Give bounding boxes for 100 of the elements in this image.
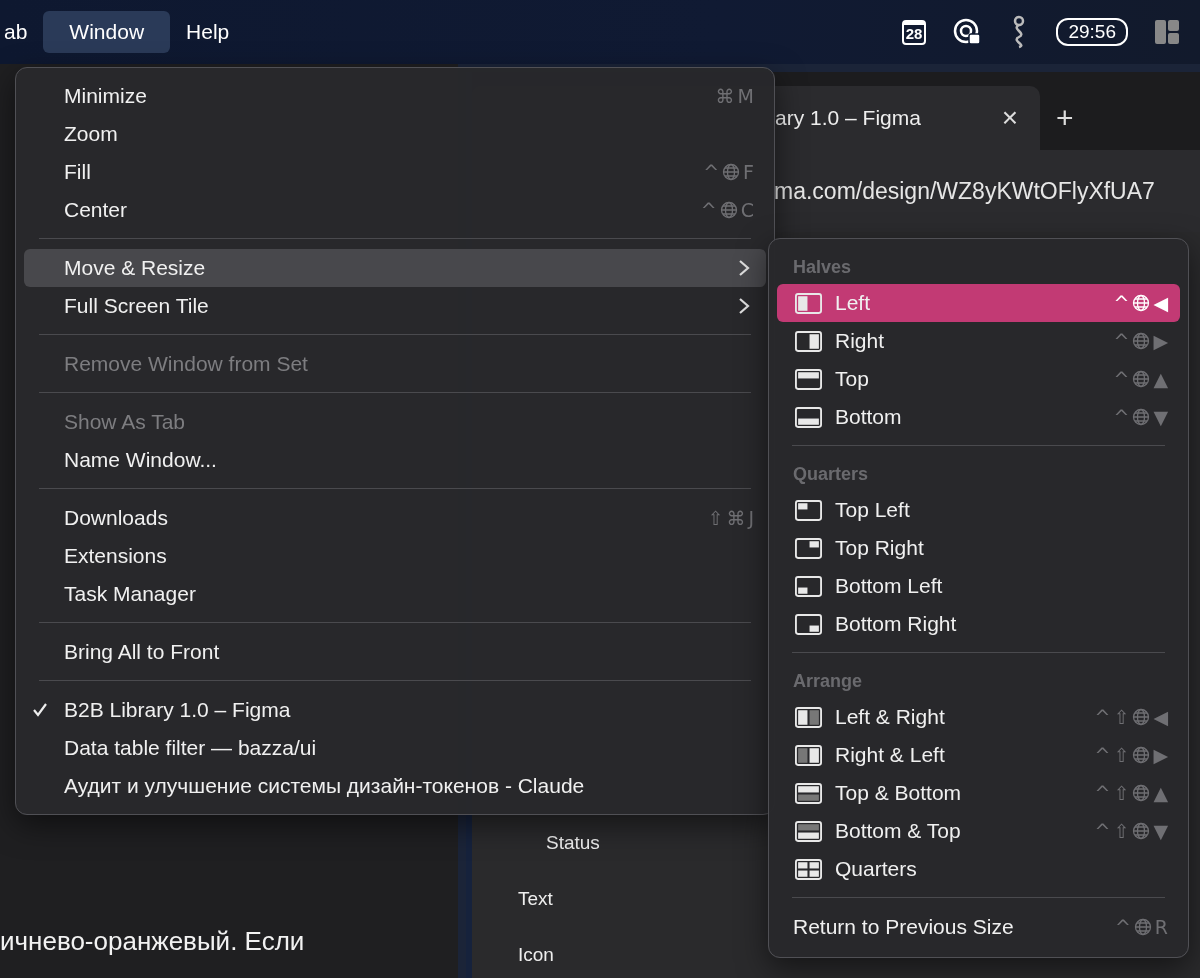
shortcut-key: ⇧ — [1113, 821, 1130, 841]
menu-item[interactable]: Top Left — [777, 491, 1180, 529]
menu-item[interactable]: Name Window... — [24, 441, 766, 479]
chat-text: ичнево-оранжевый. Если — [0, 926, 305, 957]
menu-item[interactable]: Downloads ⇧⌘J — [24, 499, 766, 537]
shortcut-key: ^ — [1113, 293, 1130, 313]
menu-item[interactable]: Аудит и улучшение системы дизайн-токенов - Claude — [24, 767, 766, 805]
menu-item[interactable]: Data table filter — bazza/ui — [24, 729, 766, 767]
shortcut-key: ⌘ — [726, 508, 746, 528]
layer-item[interactable]: Icon — [518, 944, 554, 966]
shortcut-key: ▲ — [1153, 783, 1168, 803]
window-layout-icon — [795, 406, 822, 428]
menu-item[interactable]: Right ^ ▶ — [777, 322, 1180, 360]
section-header: Quarters — [792, 463, 870, 486]
menu-item[interactable]: Top & Bottom ^⇧ ▲ — [777, 774, 1180, 812]
menu-item[interactable]: Bottom Left — [777, 567, 1180, 605]
menu-item-label: Quarters — [835, 857, 918, 881]
globe-icon — [1133, 918, 1152, 936]
shortcut-key: ⇧ — [707, 508, 724, 528]
shortcut-key: F — [743, 162, 754, 182]
globe-icon — [1132, 784, 1151, 802]
globe-icon — [1132, 332, 1151, 350]
menu-item[interactable]: Task Manager — [24, 575, 766, 613]
menu-item-label: Top Left — [835, 498, 911, 522]
menu-item-label: Return to Previous Size — [793, 915, 1015, 939]
shortcut-key: ^ — [1094, 821, 1111, 841]
menu-bar-item[interactable]: Help — [174, 12, 242, 52]
menu-item-label: Full Screen Tile — [64, 294, 210, 318]
calendar-icon[interactable]: 28 — [901, 19, 927, 45]
menu-item[interactable]: Bottom ^ ▼ — [777, 398, 1180, 436]
menu-item-label: Right & Left — [835, 743, 946, 767]
window-layout-icon — [795, 330, 822, 352]
lock-badge-icon[interactable] — [952, 17, 983, 47]
shortcut-key: R — [1154, 917, 1168, 937]
chevron-icon — [738, 297, 750, 315]
layout-icon[interactable] — [1154, 19, 1180, 45]
menu-item-label: Name Window... — [64, 448, 218, 472]
menu-item-label: Bottom — [835, 405, 903, 429]
layer-item[interactable]: Status — [546, 832, 600, 854]
window-layout-icon — [795, 499, 822, 521]
menu-item[interactable]: Full Screen Tile — [24, 287, 766, 325]
chevron-icon — [738, 259, 750, 277]
shortcut-key: ^ — [1113, 331, 1130, 351]
menu-item[interactable]: Bottom Right — [777, 605, 1180, 643]
globe-icon — [1132, 822, 1151, 840]
shortcut-key: C — [740, 200, 754, 220]
menu-item-label: Bottom Right — [835, 612, 958, 636]
globe-icon — [1132, 294, 1151, 312]
shortcut-key: ^ — [1113, 407, 1130, 427]
layer-item[interactable]: Text — [518, 888, 553, 910]
menu-item-label: Bottom Left — [835, 574, 944, 598]
menu-item-label: Left — [835, 291, 872, 315]
menu-item[interactable]: Left ^ ◀ — [777, 284, 1180, 322]
menu-item-label: Bring All to Front — [64, 640, 221, 664]
globe-icon — [1132, 370, 1151, 388]
shortcut-key: ^ — [1094, 783, 1111, 803]
menu-item[interactable]: Minimize ⌘M — [24, 77, 766, 115]
menu-item-label: Move & Resize — [64, 256, 207, 280]
menu-item-label: Downloads — [64, 506, 169, 530]
menu-item[interactable]: Quarters — [777, 850, 1180, 888]
section-header: Halves — [792, 256, 853, 279]
window-layout-icon — [795, 575, 822, 597]
checkmark-icon — [32, 702, 48, 718]
menu-item-label: Center — [64, 198, 129, 222]
shortcut-key: ^ — [703, 162, 720, 182]
menu-item[interactable]: Bottom & Top ^⇧ ▼ — [777, 812, 1180, 850]
menu-item[interactable]: B2B Library 1.0 – Figma — [24, 691, 766, 729]
shortcut-key: ^ — [700, 200, 717, 220]
menu-item[interactable]: Zoom — [24, 115, 766, 153]
menu-bar-item[interactable]: ab — [0, 12, 40, 52]
shortcut-key: ▲ — [1153, 369, 1168, 389]
menu-item[interactable]: Return to Previous Size ^ R — [777, 908, 1180, 946]
shortcut-key: ⇧ — [1113, 707, 1130, 727]
menu-item[interactable]: Extensions — [24, 537, 766, 575]
globe-icon — [1132, 746, 1151, 764]
menu-item-label: Аудит и улучшение системы дизайн-токенов - Claude — [64, 774, 586, 798]
menu-item[interactable]: Top Right — [777, 529, 1180, 567]
menu-item[interactable]: Move & Resize — [24, 249, 766, 287]
shortcut-key: ⇧ — [1113, 783, 1130, 803]
menu-item[interactable]: Top ^ ▲ — [777, 360, 1180, 398]
menu-item[interactable]: Right & Left ^⇧ ▶ — [777, 736, 1180, 774]
window-layout-icon — [795, 368, 822, 390]
menu-item-label: Extensions — [64, 544, 168, 568]
shortcut-key: ⌘ — [715, 86, 735, 106]
shortcut-key: ^ — [1094, 745, 1111, 765]
window-layout-icon — [795, 782, 822, 804]
menu-item-label: Left & Right — [835, 705, 946, 729]
shortcut-key: ⇧ — [1113, 745, 1130, 765]
menu-item[interactable]: Bring All to Front — [24, 633, 766, 671]
menu-item[interactable]: Center ^ C — [24, 191, 766, 229]
address-bar[interactable]: ma.com/design/WZ8yKWtOFlyXfUA7 — [774, 177, 1155, 205]
menu-item-label: Top Right — [835, 536, 925, 560]
menu-item-label: Data table filter — bazza/ui — [64, 736, 318, 760]
menu-item[interactable]: Left & Right ^⇧ ◀ — [777, 698, 1180, 736]
new-tab-button[interactable]: + — [1056, 101, 1074, 135]
menu-item-label: Minimize — [64, 84, 148, 108]
close-tab-button[interactable]: × — [1001, 102, 1018, 134]
menu-item[interactable]: Fill ^ F — [24, 153, 766, 191]
timer[interactable]: 29:56 — [1056, 18, 1128, 46]
menu-bar-item[interactable]: Window — [43, 11, 171, 53]
